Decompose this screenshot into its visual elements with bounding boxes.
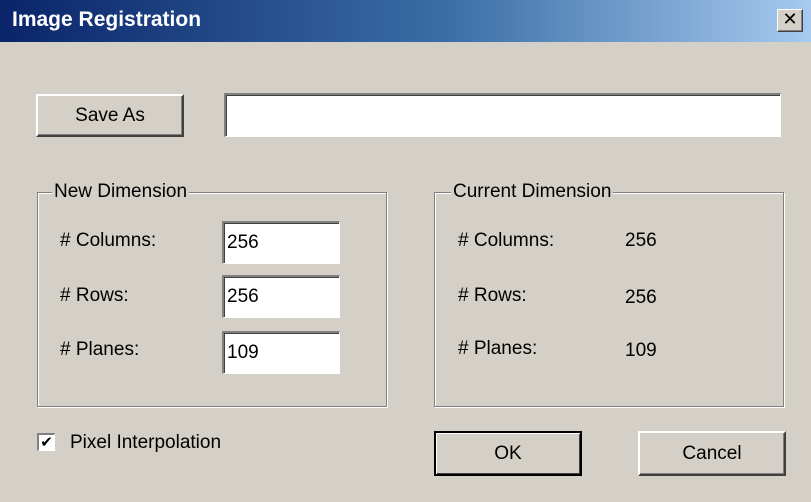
new-dimension-group: New Dimension # Columns: # Rows: # Plane… (37, 180, 387, 407)
current-planes-label: # Planes: (458, 338, 538, 359)
ok-button[interactable]: OK (434, 431, 582, 476)
current-planes-value: 109 (625, 340, 657, 361)
new-columns-label: # Columns: (60, 230, 157, 251)
current-columns-value: 256 (625, 230, 657, 251)
cancel-label: Cancel (682, 442, 742, 464)
ok-label: OK (494, 442, 522, 464)
save-as-button[interactable]: Save As (36, 94, 184, 137)
cancel-button[interactable]: Cancel (638, 431, 786, 476)
new-planes-field[interactable] (222, 331, 340, 374)
new-planes-label: # Planes: (60, 339, 140, 360)
current-dimension-group: Current Dimension # Columns: 256 # Rows:… (434, 180, 784, 407)
new-rows-field[interactable] (222, 275, 340, 318)
new-columns-field[interactable] (222, 221, 340, 264)
close-icon: ✕ (782, 9, 798, 30)
save-path-field[interactable] (224, 93, 781, 137)
pixel-interpolation-label[interactable]: Pixel Interpolation (70, 431, 221, 455)
current-dimension-legend: Current Dimension (451, 180, 614, 204)
current-rows-value: 256 (625, 287, 657, 308)
current-columns-label: # Columns: (458, 230, 555, 251)
pixel-interpolation-checkbox[interactable]: ✔ (37, 433, 55, 451)
title-bar[interactable]: Image Registration ✕ (0, 0, 811, 42)
save-as-label: Save As (75, 104, 145, 126)
new-rows-label: # Rows: (60, 285, 129, 306)
image-registration-dialog: Image Registration ✕ Save As New Dimensi… (0, 0, 811, 502)
close-button[interactable]: ✕ (777, 9, 803, 32)
checkmark-icon: ✔ (40, 433, 53, 451)
current-rows-label: # Rows: (458, 285, 527, 306)
new-dimension-legend: New Dimension (52, 180, 190, 204)
window-title: Image Registration (12, 8, 202, 31)
